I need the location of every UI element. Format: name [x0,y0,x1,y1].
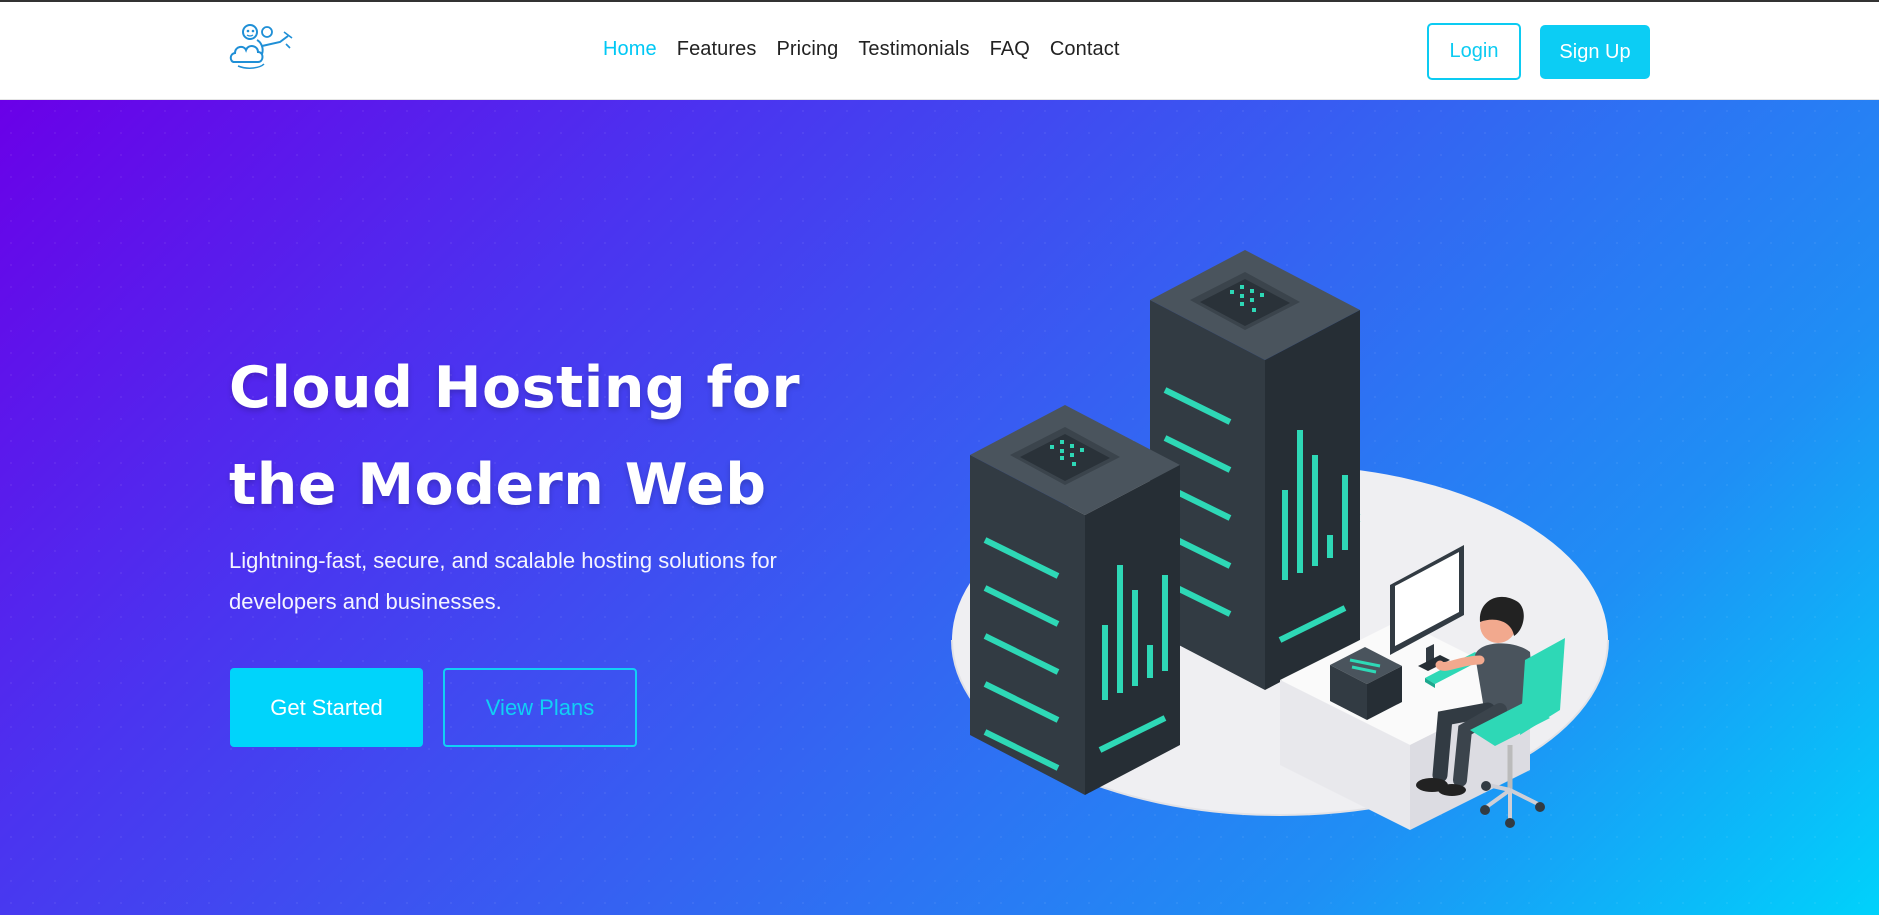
nav-link-faq[interactable]: FAQ [990,38,1030,61]
hero-title-line-2: the Modern Web [229,452,767,518]
hero-title: Cloud Hosting for the Modern Web [229,340,869,534]
login-button[interactable]: Login [1427,23,1521,80]
hero-section: Cloud Hosting for the Modern Web Lightni… [0,100,1879,915]
get-started-button[interactable]: Get Started [230,668,423,747]
view-plans-button[interactable]: View Plans [443,668,637,747]
main-nav: Home Features Pricing Testimonials FAQ C… [603,38,1140,61]
hero-title-line-1: Cloud Hosting for [229,355,801,421]
monkey-cloud-logo-icon[interactable] [228,18,294,74]
nav-link-features[interactable]: Features [677,38,757,61]
nav-link-testimonials[interactable]: Testimonials [858,38,969,61]
nav-link-contact[interactable]: Contact [1050,38,1120,61]
hero-subtitle: Lightning-fast, secure, and scalable hos… [229,548,777,614]
server-illustration-icon [951,250,1609,830]
signup-button[interactable]: Sign Up [1540,25,1650,79]
nav-link-pricing[interactable]: Pricing [776,38,838,61]
navbar: Home Features Pricing Testimonials FAQ C… [0,2,1879,100]
nav-link-home[interactable]: Home [603,38,657,61]
